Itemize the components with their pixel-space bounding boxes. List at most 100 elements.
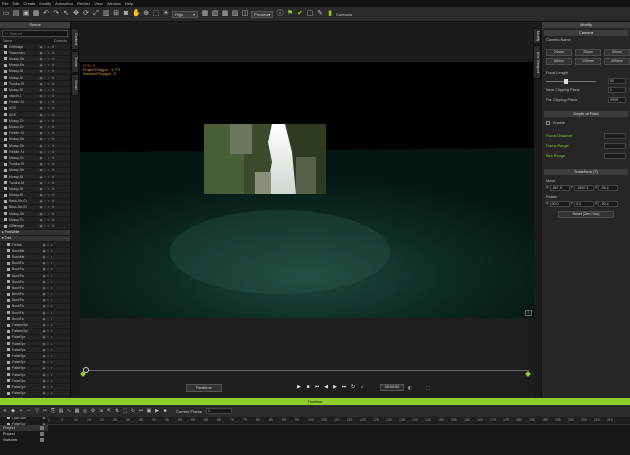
first-frame-icon[interactable]: ⏮: [314, 384, 320, 390]
menu-item-render[interactable]: Render: [77, 1, 90, 6]
stop-icon[interactable]: ■: [305, 384, 311, 390]
volume-icon[interactable]: ♪: [359, 384, 365, 390]
move-z-field[interactable]: -96.4: [598, 185, 619, 191]
save-icon[interactable]: ▣: [22, 10, 30, 18]
freeze-icon[interactable]: ✲: [51, 113, 55, 117]
focal-length-slider-handle[interactable]: [564, 78, 568, 84]
filter-icon[interactable]: ▽: [34, 408, 40, 414]
timeline-stop-icon[interactable]: ■: [162, 408, 168, 414]
light-icon[interactable]: ☀: [162, 10, 170, 18]
remove-key-icon[interactable]: −: [26, 408, 32, 414]
3d-viewport[interactable]: ≡: [80, 62, 534, 318]
visibility-checkbox[interactable]: [4, 119, 7, 123]
visibility-checkbox[interactable]: [4, 137, 7, 141]
track-toggle-icon[interactable]: [40, 438, 44, 442]
shade-icon[interactable]: ▩: [221, 10, 229, 18]
focal-length-field[interactable]: 50: [608, 78, 626, 84]
visibility-checkbox[interactable]: [7, 354, 10, 358]
near-clip-field[interactable]: 1: [608, 87, 626, 93]
column-controls[interactable]: Controls: [54, 39, 67, 44]
visibility-checkbox[interactable]: [4, 125, 7, 129]
visibility-checkbox[interactable]: [7, 286, 10, 290]
freeze-icon[interactable]: ✲: [51, 150, 55, 154]
menu-item-modify[interactable]: Modify: [39, 1, 51, 6]
far-clip-field[interactable]: 9999: [608, 97, 626, 103]
flag-icon[interactable]: ⚑: [286, 10, 294, 18]
visibility-checkbox[interactable]: [4, 82, 7, 86]
new-file-icon[interactable]: ▭: [2, 10, 10, 18]
visibility-checkbox[interactable]: [4, 168, 7, 172]
sync-icon[interactable]: ↻: [130, 408, 136, 414]
dof-row-field[interactable]: [604, 133, 626, 139]
visibility-checkbox[interactable]: [4, 63, 7, 67]
visibility-checkbox[interactable]: [7, 280, 10, 284]
visibility-checkbox[interactable]: [7, 329, 10, 333]
waterfall-billboard[interactable]: [204, 124, 326, 194]
pen-icon[interactable]: ✎: [316, 10, 324, 18]
expand-icon[interactable]: ⇲: [98, 408, 104, 414]
collapse-icon[interactable]: ⇱: [106, 408, 112, 414]
freeze-icon[interactable]: ✲: [51, 162, 55, 166]
check-icon[interactable]: ✔: [296, 10, 304, 18]
freeze-icon[interactable]: ✲: [51, 224, 55, 228]
visibility-checkbox[interactable]: [7, 342, 10, 346]
sky-icon[interactable]: ▢: [306, 10, 314, 18]
lock-icon[interactable]: ▣: [146, 408, 152, 414]
visibility-checkbox[interactable]: [7, 317, 10, 321]
column-name[interactable]: Name: [3, 39, 12, 44]
visibility-checkbox[interactable]: [7, 360, 10, 364]
cast-shadow-icon[interactable]: ◐: [50, 274, 54, 278]
visibility-checkbox[interactable]: [7, 304, 10, 308]
cast-shadow-icon[interactable]: ◐: [50, 329, 54, 333]
loop-icon[interactable]: ↻: [350, 384, 356, 390]
record-settings-icon[interactable]: ◧: [408, 385, 412, 390]
freeze-icon[interactable]: ✲: [51, 63, 55, 67]
camera-section-header[interactable]: Camera: [544, 30, 628, 36]
cast-shadow-icon[interactable]: ◐: [50, 366, 54, 370]
menu-item-animation[interactable]: Animation: [55, 1, 73, 6]
select-icon[interactable]: ↖: [62, 10, 70, 18]
search-input[interactable]: ⌕ Search: [2, 30, 68, 37]
lens-button-50mm[interactable]: 50mm: [604, 49, 630, 56]
visibility-checkbox[interactable]: [7, 255, 10, 259]
freeze-icon[interactable]: ✲: [51, 137, 55, 141]
freeze-icon[interactable]: ✲: [51, 131, 55, 135]
rotate-z-field[interactable]: -90.4: [598, 201, 619, 207]
freeze-icon[interactable]: ✲: [51, 187, 55, 191]
visibility-checkbox[interactable]: [4, 131, 7, 135]
fullscreen-icon[interactable]: ⬚: [426, 385, 430, 390]
visibility-checkbox[interactable]: [4, 113, 7, 117]
cast-shadow-icon[interactable]: ◐: [50, 255, 54, 259]
track-toggle-icon[interactable]: [40, 432, 44, 436]
visibility-checkbox[interactable]: [4, 162, 7, 166]
visibility-checkbox[interactable]: [4, 51, 7, 55]
open-folder-icon[interactable]: ▤: [12, 10, 20, 18]
play-icon[interactable]: ▶: [296, 384, 302, 390]
tab-modify[interactable]: Modify: [533, 28, 541, 44]
cast-shadow-icon[interactable]: ◐: [50, 311, 54, 315]
cast-shadow-icon[interactable]: ◐: [50, 249, 54, 253]
info-icon[interactable]: ⓘ: [276, 10, 284, 18]
camera-icon[interactable]: ◙: [122, 10, 130, 18]
visibility-checkbox[interactable]: [4, 150, 7, 154]
cast-shadow-icon[interactable]: ◐: [50, 280, 54, 284]
tab-scene[interactable]: Scene: [71, 51, 79, 73]
visibility-checkbox[interactable]: [4, 106, 7, 110]
visibility-checkbox[interactable]: [4, 181, 7, 185]
copy-icon[interactable]: ⎘: [50, 408, 56, 414]
timeline-play-icon[interactable]: ▶: [154, 408, 160, 414]
next-frame-icon[interactable]: ▶: [332, 384, 338, 390]
rotate-x-field[interactable]: 90.0: [549, 201, 570, 207]
cast-shadow-icon[interactable]: ◐: [50, 298, 54, 302]
visibility-checkbox[interactable]: [4, 144, 7, 148]
visibility-checkbox[interactable]: [7, 261, 10, 265]
quality-select[interactable]: High ▾: [172, 10, 198, 18]
visibility-checkbox[interactable]: [7, 348, 10, 352]
cast-shadow-icon[interactable]: ◐: [50, 354, 54, 358]
cast-shadow-icon[interactable]: ◐: [50, 286, 54, 290]
tab-mini-viewport[interactable]: Mini Viewport: [533, 45, 541, 79]
visibility-checkbox[interactable]: [4, 199, 7, 203]
visibility-checkbox[interactable]: [4, 156, 7, 160]
visibility-checkbox[interactable]: [7, 366, 10, 370]
visibility-checkbox[interactable]: [7, 298, 10, 302]
